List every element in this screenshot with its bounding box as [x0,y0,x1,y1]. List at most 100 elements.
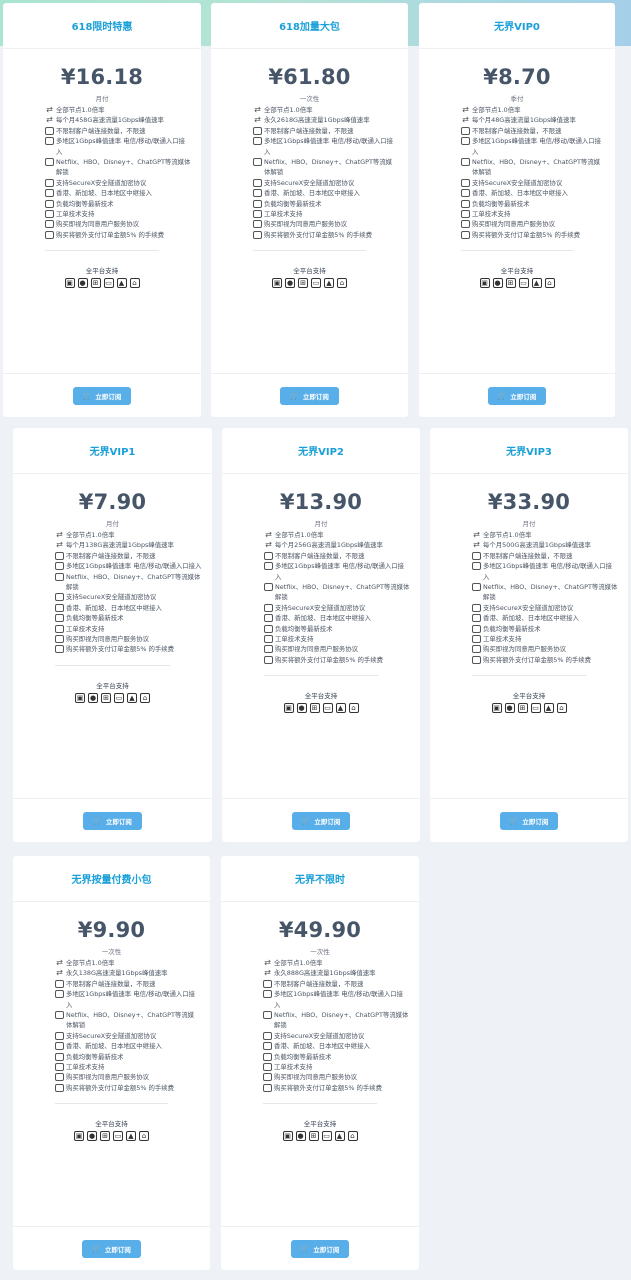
feature-item: 购买即视为同意用户服务协议 [253,219,398,229]
feature-item: 工单技术支持 [45,209,191,219]
feature-item: Netflix、HBO、Disney+、ChatGPT等流媒体解锁 [55,1010,200,1031]
feature-text: 支持SecureX安全隧道加密协议 [483,603,574,612]
cart-icon: 🛒 [92,1244,101,1253]
feature-item: 不限制客户端连接数量，不限速 [55,551,202,561]
android-icon: ▣ [64,278,75,289]
feature-item: Netflix、HBO、Disney+、ChatGPT等流媒体解锁 [264,582,410,603]
plan-card-footer: 🛒 立即订阅 [3,373,201,417]
android-icon: ▣ [491,703,502,714]
feature-text: 每个月48G高速流量1Gbps峰值速率 [472,116,576,125]
feature-item: 支持SecureX安全隧道加密协议 [472,603,618,613]
plan-card: 无界VIP0 ¥8.70 季付 ⇄ 全部节点1.0倍率 ⇄ 每个月48G高速流量1Gbps峰… [419,3,615,417]
feature-text: 全部节点1.0倍率 [264,106,313,114]
feature-item: ⇄ 全部节点1.0倍率 [472,530,618,540]
feature-item: 多地区1Gbps峰值速率 电信/移动/联通入口接入 [461,136,605,157]
subscribe-button[interactable]: 🛒 立即订阅 [72,386,132,405]
feature-item: 工单技术支持 [461,209,605,219]
play-icon [253,158,262,167]
arrows-icon: ⇄ [56,540,63,550]
feature-text: 购买即视为同意用户服务协议 [483,645,567,654]
feature-text: 全部节点1.0倍率 [483,531,532,539]
subscribe-button-label: 立即订阅 [104,1245,131,1254]
balance-icon [472,624,481,633]
support-icon [263,1063,272,1072]
feature-text: 每个月458G高速流量1Gbps峰值速率 [56,116,164,125]
router-icon: ⌂ [139,1131,149,1142]
price-block: ¥16.18 月付 [3,49,201,103]
plan-period: 季付 [510,95,524,103]
arrows-icon: ⇄ [56,958,63,967]
platform-label: 全平台支持 [512,692,546,701]
balance-icon [253,199,262,208]
location-icon [472,562,481,571]
feature-item: 支持SecureX安全隧道加密协议 [263,1031,409,1041]
feature-text: 购买将额外支付订单金额5% 的手续费 [264,230,373,239]
feature-item: 负载均衡等最新技术 [45,199,191,209]
cart-icon: 🛒 [300,1244,310,1253]
router-icon: ⌂ [140,692,150,703]
platform-label: 全平台支持 [304,692,338,701]
feature-item: 购买将额外支付订单金额5% 的手续费 [472,655,618,665]
feature-item: 多地区1Gbps峰值速率 电信/移动/联通入口接入 [253,136,398,157]
feature-item: 负载均衡等最新技术 [253,199,398,209]
plan-card: 无界VIP1 ¥7.90 月付 ⇄ 全部节点1.0倍率 ⇄ 每个月138G高速流量1Gbps… [13,428,212,842]
shield-icon [461,178,470,187]
feature-item: 负载均衡等最新技术 [55,1052,200,1062]
play-icon [264,583,273,592]
play-icon [461,158,470,167]
platform-icons: ▣ ● ⊞ ▭ ▲ ⌂ [430,703,628,714]
balance-icon [263,1052,272,1061]
subscribe-button[interactable]: 🛒 立即订阅 [280,386,339,405]
cart-icon: 🛒 [301,816,311,825]
subscribe-button-label: 立即订阅 [510,392,537,401]
user-icon [264,551,273,560]
monitor-icon: ▭ [518,278,529,289]
platform-icons: ▣ ● ⊞ ▭ ▲ ⌂ [13,692,212,703]
subscribe-button[interactable]: 🛒 立即订阅 [291,811,351,830]
platform-support: 全平台支持 ▣ ● ⊞ ▭ ▲ ⌂ [13,1118,210,1142]
subscribe-button[interactable]: 🛒 立即订阅 [290,1239,350,1258]
plan-period: 一次性 [101,948,122,956]
feature-item: 购买将额外支付订单金额5% 的手续费 [264,655,410,665]
shield-icon [253,178,262,187]
feature-item: 香港、新加坡、日本地区中继接入 [253,188,398,198]
plan-card: 618加量大包 ¥61.80 一次性 ⇄ 全部节点1.0倍率 ⇄ 永久2618G高速流量1G… [211,3,408,417]
plan-price: ¥13.90 [279,490,363,514]
windows-icon: ⊞ [101,692,111,703]
feature-text: 不限制客户端连接数量，不限速 [66,551,156,560]
subscribe-button[interactable]: 🛒 立即订阅 [487,386,547,405]
feature-text: 多地区1Gbps峰值速率 电信/移动/联通入口接入 [66,562,202,571]
feature-text: 负载均衡等最新技术 [264,199,322,208]
plan-price: ¥16.18 [60,65,144,89]
fee-icon [253,230,262,239]
feature-text: 工单技术支持 [66,624,105,633]
plan-card-footer: 🛒 立即订阅 [13,798,212,842]
feature-item: 负载均衡等最新技术 [461,199,605,209]
feature-item: Netflix、HBO、Disney+、ChatGPT等流媒体解锁 [45,157,191,178]
fee-icon [45,230,54,239]
feature-text: Netflix、HBO、Disney+、ChatGPT等流媒体解锁 [472,158,601,177]
user-icon [55,551,64,560]
plan-card: 无界不限时 ¥49.90 一次性 ⇄ 全部节点1.0倍率 ⇄ 永久888G高速流量1Gbps… [221,856,419,1270]
platform-icons: ▣ ● ⊞ ▭ ▲ ⌂ [419,278,615,289]
route-icon [461,189,470,198]
subscribe-button[interactable]: 🛒 立即订阅 [499,811,559,830]
feature-item: 购买将额外支付订单金额5% 的手续费 [253,230,398,240]
feature-item: 多地区1Gbps峰值速率 电信/移动/联通入口接入 [264,561,410,582]
plan-title: 无界VIP2 [298,447,344,458]
cart-icon: 🛒 [509,816,519,825]
windows-icon: ⊞ [90,278,101,289]
windows-icon: ⊞ [298,278,308,289]
feature-text: 支持SecureX安全隧道加密协议 [66,593,157,602]
subscribe-button[interactable]: 🛒 立即订阅 [82,1239,141,1258]
feature-item: 购买即视为同意用户服务协议 [55,634,202,644]
feature-text: 多地区1Gbps峰值速率 电信/移动/联通入口接入 [274,990,404,1009]
feature-item: 工单技术支持 [264,634,410,644]
support-icon [253,210,262,219]
router-icon: ⌂ [347,1131,358,1142]
feature-item: 多地区1Gbps峰值速率 电信/移动/联通入口接入 [55,561,202,571]
feature-text: Netflix、HBO、Disney+、ChatGPT等流媒体解锁 [264,158,393,177]
agreement-icon [263,1073,272,1082]
subscribe-button[interactable]: 🛒 立即订阅 [83,811,142,830]
apple-icon: ● [492,278,503,289]
